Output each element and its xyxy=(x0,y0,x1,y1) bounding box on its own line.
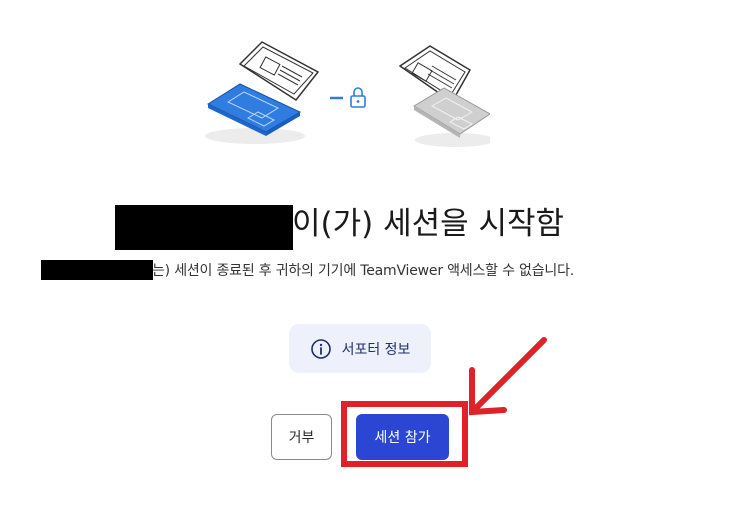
secure-connection-icon xyxy=(330,87,366,108)
redacted-supporter-name xyxy=(115,205,293,250)
session-title: 이(가) 세션을 시작함 xyxy=(0,200,732,252)
annotation-arrow-icon xyxy=(469,337,547,416)
title-text: 이(가) 세션을 시작함 xyxy=(292,206,565,242)
supporter-info-button[interactable]: 서포터 정보 xyxy=(289,324,431,373)
redacted-supporter-name-small xyxy=(41,260,153,280)
session-subtitle: 는) 세션이 종료된 후 귀하의 기기에 TeamViewer 액세스할 수 없… xyxy=(0,258,732,284)
session-illustration xyxy=(205,41,490,147)
supporter-laptop-icon xyxy=(205,41,320,144)
subtitle-text: 는) 세션이 종료된 후 귀하의 기기에 TeamViewer 액세스할 수 없… xyxy=(152,263,574,279)
session-request-dialog: 이(가) 세션을 시작함 는) 세션이 종료된 후 귀하의 기기에 TeamVi… xyxy=(0,0,732,510)
decline-button[interactable]: 거부 xyxy=(271,414,332,460)
supporter-info-label: 서포터 정보 xyxy=(341,341,411,358)
annotation-highlight-box xyxy=(341,401,468,467)
device-laptop-icon xyxy=(398,45,490,147)
info-icon xyxy=(310,338,331,359)
